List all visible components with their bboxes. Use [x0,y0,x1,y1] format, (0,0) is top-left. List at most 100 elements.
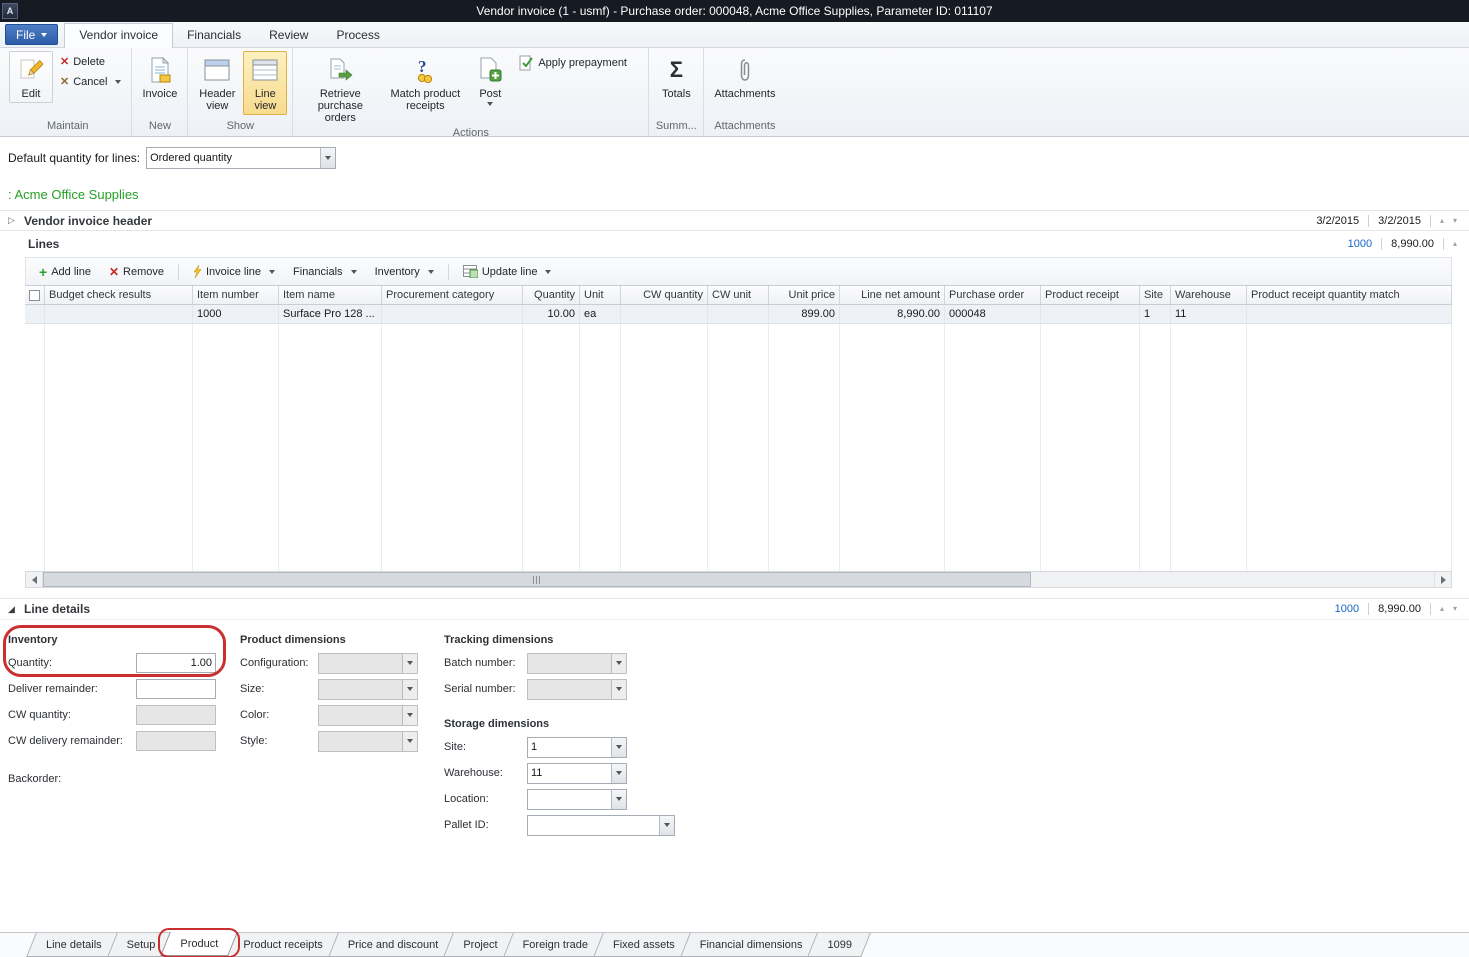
tab-process[interactable]: Process [322,24,393,47]
collapse-icon[interactable]: ◢ [8,604,18,615]
scrollbar-track[interactable] [43,572,1434,587]
cell-procurement-category[interactable] [382,305,523,323]
file-menu-button[interactable]: File [5,24,58,45]
section-nav-up-icon[interactable]: ▴ [1440,217,1444,225]
cell-site[interactable]: 1 [1140,305,1171,323]
column-header-line-net-amount[interactable]: Line net amount [840,286,945,304]
column-header-warehouse[interactable]: Warehouse [1171,286,1247,304]
column-header-product-receipt-quantity-match[interactable]: Product receipt quantity match [1247,286,1452,304]
retrieve-purchase-orders-button[interactable]: Retrieve purchase orders [298,51,382,127]
apply-prepayment-button[interactable]: Apply prepayment [514,53,632,73]
default-quantity-combo-input[interactable] [147,148,320,168]
section-nav-down-icon[interactable]: ▾ [1453,217,1457,225]
header-view-button[interactable]: Header view [193,51,241,115]
scroll-left-button[interactable] [26,572,43,587]
inventory-menu-button[interactable]: Inventory [368,263,441,281]
site-combo[interactable] [527,737,627,758]
line-details-section-header[interactable]: ◢ Line details 1000 8,990.00 ▴ ▾ [0,598,1469,620]
expand-icon[interactable]: ▷ [8,215,18,226]
select-all-cell[interactable] [25,286,45,304]
tab-financial-dimensions[interactable]: Financial dimensions [685,933,818,957]
remove-button[interactable]: ✕ Remove [102,262,171,282]
tab-vendor-invoice[interactable]: Vendor invoice [64,23,173,48]
tab-fixed-assets[interactable]: Fixed assets [598,933,690,957]
attachments-button[interactable]: Attachments [709,51,780,103]
tab-1099[interactable]: 1099 [812,933,866,957]
column-header-product-receipt[interactable]: Product receipt [1041,286,1140,304]
scroll-right-button[interactable] [1434,572,1451,587]
section-nav-up-icon[interactable]: ▴ [1453,240,1457,248]
column-header-unit-price[interactable]: Unit price [769,286,840,304]
match-product-receipts-button[interactable]: ? Match product receipts [384,51,466,115]
location-combo-input[interactable] [528,790,611,809]
section-nav-up-icon[interactable]: ▴ [1440,605,1444,613]
vendor-invoice-header-section[interactable]: ▷ Vendor invoice header 3/2/2015 3/2/201… [0,210,1469,231]
totals-button[interactable]: Σ Totals [654,51,698,103]
tab-financials[interactable]: Financials [173,24,255,47]
select-all-checkbox[interactable] [29,290,40,301]
tab-review[interactable]: Review [255,24,322,47]
tab-product[interactable]: Product [165,932,233,956]
cell-budget-check-results[interactable] [45,305,193,323]
column-header-item-number[interactable]: Item number [193,286,279,304]
cell-quantity[interactable]: 10.00 [523,305,580,323]
invoice-line-menu-button[interactable]: Invoice line [186,262,282,281]
tab-project[interactable]: Project [448,933,512,957]
chevron-down-icon [115,80,121,84]
tab-product-receipts[interactable]: Product receipts [228,933,337,957]
cell-warehouse[interactable]: 11 [1171,305,1247,323]
size-combo-dropdown [402,680,417,699]
column-header-quantity[interactable]: Quantity [523,286,580,304]
delete-button[interactable]: ✕ Delete [55,53,126,70]
location-combo-dropdown[interactable] [611,790,626,809]
financials-menu-button[interactable]: Financials [286,263,364,281]
edit-button[interactable]: Edit [9,51,53,103]
site-combo-dropdown[interactable] [611,738,626,757]
section-nav-down-icon[interactable]: ▾ [1453,605,1457,613]
tab-line-details[interactable]: Line details [31,933,117,957]
cell-line-net-amount[interactable]: 8,990.00 [840,305,945,323]
column-header-cw-unit[interactable]: CW unit [708,286,769,304]
table-row[interactable]: 1000 Surface Pro 128 ... 10.00 ea 899.00… [25,305,1452,324]
update-line-menu-button[interactable]: Update line [456,262,559,281]
line-view-button[interactable]: Line view [243,51,287,115]
default-quantity-combo-dropdown[interactable] [320,148,335,168]
site-combo-input[interactable] [528,738,611,757]
column-header-site[interactable]: Site [1140,286,1171,304]
column-header-unit[interactable]: Unit [580,286,621,304]
post-button[interactable]: Post [468,51,512,109]
invoice-button[interactable]: Invoice [137,51,182,103]
location-combo[interactable] [527,789,627,810]
column-header-item-name[interactable]: Item name [279,286,382,304]
cell-unit[interactable]: ea [580,305,621,323]
add-line-button[interactable]: + Add line [32,263,98,281]
deliver-remainder-input[interactable] [136,679,216,699]
column-header-cw-quantity[interactable]: CW quantity [621,286,708,304]
cell-product-receipt-quantity-match[interactable] [1247,305,1452,323]
warehouse-combo-dropdown[interactable] [611,764,626,783]
column-header-procurement-category[interactable]: Procurement category [382,286,523,304]
pallet-id-combo-input[interactable] [528,816,659,835]
scrollbar-thumb[interactable] [43,572,1031,587]
cell-item-name[interactable]: Surface Pro 128 ... [279,305,382,323]
cancel-button[interactable]: ✕ Cancel [55,73,126,90]
row-selector-cell[interactable] [25,305,45,323]
cell-cw-unit[interactable] [708,305,769,323]
warehouse-combo-input[interactable] [528,764,611,783]
pallet-id-combo[interactable] [527,815,675,836]
cell-cw-quantity[interactable] [621,305,708,323]
pallet-id-combo-dropdown[interactable] [659,816,674,835]
lines-horizontal-scrollbar[interactable] [25,571,1452,588]
cell-product-receipt[interactable] [1041,305,1140,323]
cell-unit-price[interactable]: 899.00 [769,305,840,323]
color-combo-dropdown [402,706,417,725]
cell-purchase-order[interactable]: 000048 [945,305,1041,323]
default-quantity-combo[interactable] [146,147,336,169]
column-header-purchase-order[interactable]: Purchase order [945,286,1041,304]
quantity-input[interactable] [136,653,216,673]
cell-item-number[interactable]: 1000 [193,305,279,323]
warehouse-combo[interactable] [527,763,627,784]
column-header-budget-check-results[interactable]: Budget check results [45,286,193,304]
tab-price-and-discount[interactable]: Price and discount [333,933,454,957]
tab-foreign-trade[interactable]: Foreign trade [508,933,603,957]
